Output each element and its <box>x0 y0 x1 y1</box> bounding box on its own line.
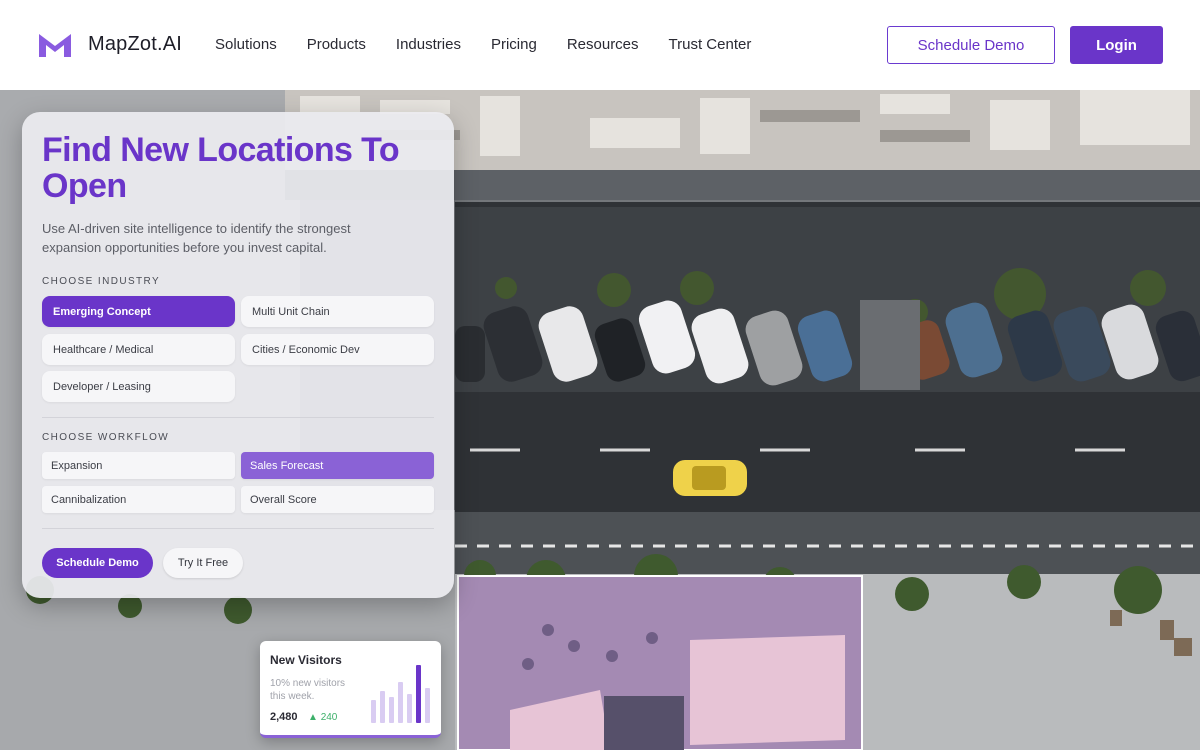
hero-card: Find New Locations To Open Use AI-driven… <box>22 112 454 598</box>
visitors-subtitle: 10% new visitors this week. <box>270 678 346 702</box>
workflow-option-sales-forecast[interactable]: Sales Forecast <box>241 452 434 479</box>
main-nav: Solutions Products Industries Pricing Re… <box>215 36 781 53</box>
try-it-free-button[interactable]: Try It Free <box>163 548 243 578</box>
hero-subtitle: Use AI-driven site intelligence to ident… <box>42 221 351 255</box>
visitors-bar <box>389 697 394 723</box>
schedule-demo-button[interactable]: Schedule Demo <box>887 26 1055 64</box>
industry-option-healthcare-medical[interactable]: Healthcare / Medical <box>42 334 235 365</box>
nav-trust-center[interactable]: Trust Center <box>669 36 752 53</box>
nav-pricing[interactable]: Pricing <box>491 36 537 53</box>
top-navigation: MapZot.AI Solutions Products Industries … <box>0 0 1200 90</box>
brand-name[interactable]: MapZot.AI <box>88 33 182 56</box>
visitors-bar <box>380 691 385 723</box>
workflow-option-expansion[interactable]: Expansion <box>42 452 235 479</box>
section-divider <box>42 528 434 529</box>
industry-section-label: CHOOSE INDUSTRY <box>42 276 161 287</box>
visitors-bar <box>398 682 403 723</box>
industry-option-multi-unit-chain[interactable]: Multi Unit Chain <box>241 296 434 327</box>
workflow-option-cannibalization[interactable]: Cannibalization <box>42 486 235 513</box>
hero-title: Find New Locations To Open <box>42 131 400 205</box>
trend-up-arrow-icon: ▲ <box>308 712 318 723</box>
nav-resources[interactable]: Resources <box>567 36 639 53</box>
industry-option-developer-leasing[interactable]: Developer / Leasing <box>42 371 235 402</box>
visitors-bar <box>425 688 430 723</box>
visitors-mini-bar-chart <box>371 665 430 723</box>
visitors-bar <box>407 694 412 723</box>
new-visitors-widget: New Visitors 10% new visitors this week.… <box>260 641 441 738</box>
hero-schedule-demo-button[interactable]: Schedule Demo <box>42 548 153 578</box>
nav-industries[interactable]: Industries <box>396 36 461 53</box>
workflow-section-label: CHOOSE WORKFLOW <box>42 432 170 443</box>
visitors-delta: ▲ 240 <box>308 712 337 723</box>
visitors-bar <box>416 665 421 723</box>
nav-solutions[interactable]: Solutions <box>215 36 277 53</box>
industry-option-emerging-concept[interactable]: Emerging Concept <box>42 296 235 327</box>
login-button[interactable]: Login <box>1070 26 1163 64</box>
visitors-count: 2,480 <box>270 711 298 723</box>
nav-products[interactable]: Products <box>307 36 366 53</box>
section-divider <box>42 417 434 418</box>
visitors-bar <box>371 700 376 723</box>
visitors-title: New Visitors <box>270 653 342 667</box>
industry-option-cities-economic-dev[interactable]: Cities / Economic Dev <box>241 334 434 365</box>
visitors-delta-value: 240 <box>320 712 338 723</box>
workflow-option-overall-score[interactable]: Overall Score <box>241 486 434 513</box>
mapzot-logo-icon[interactable] <box>37 31 73 59</box>
